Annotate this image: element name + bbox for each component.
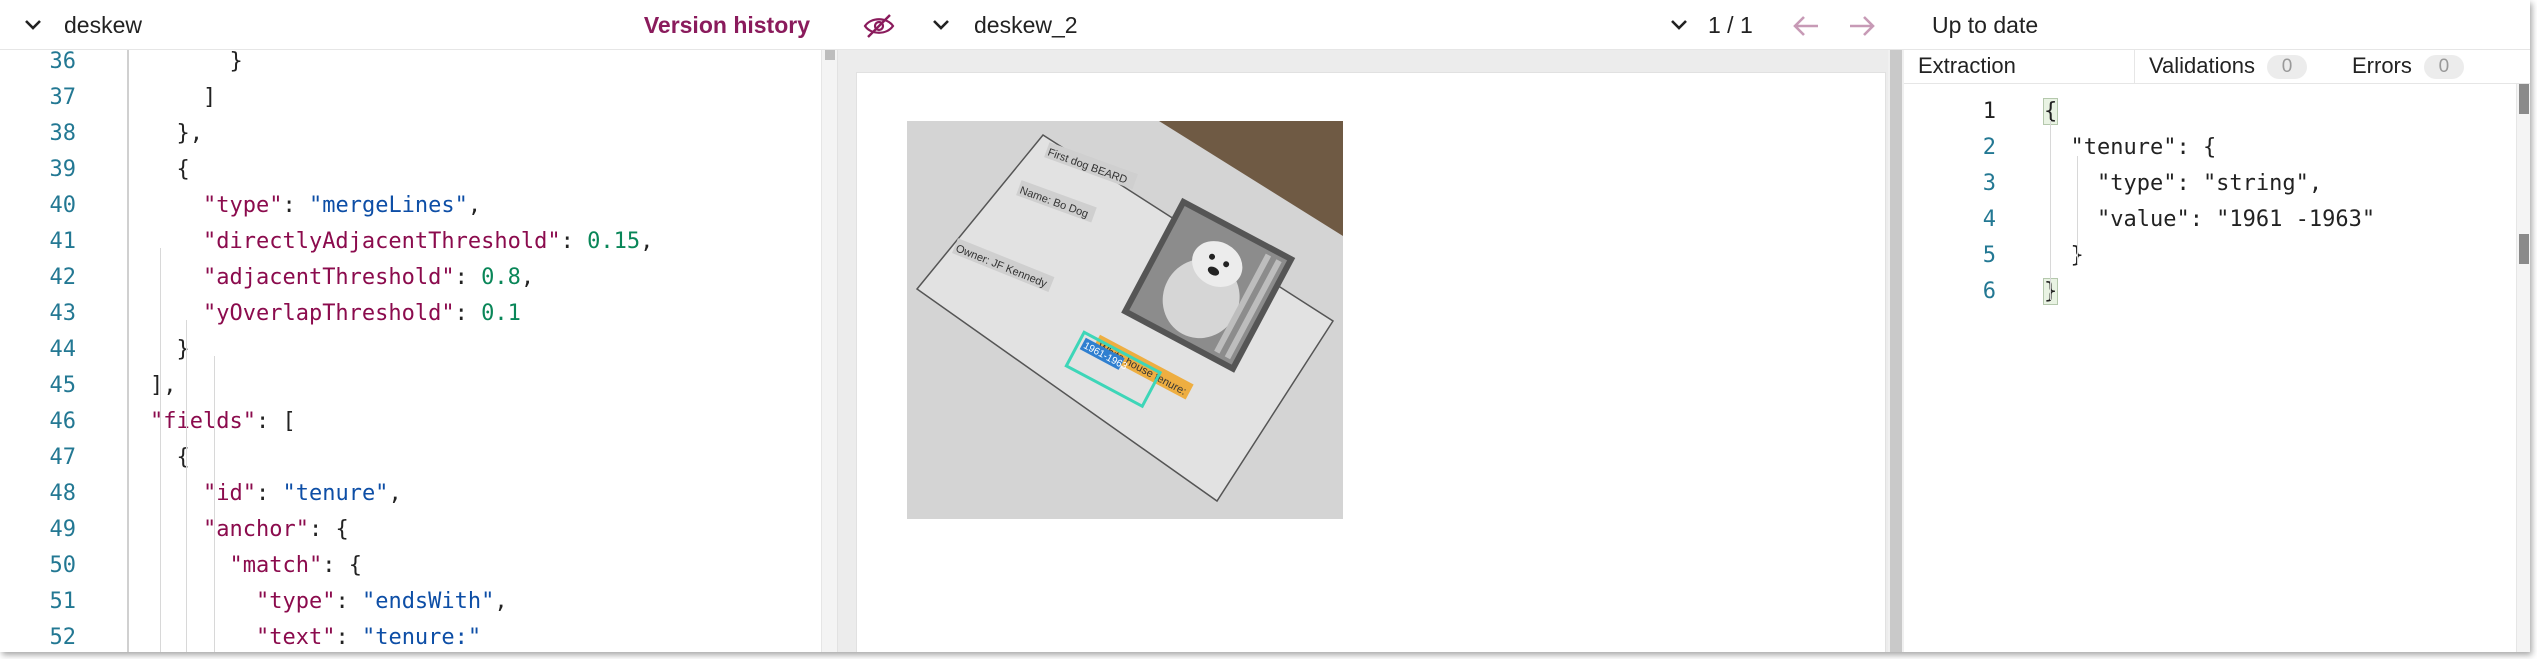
- line-number: 51: [49, 589, 77, 614]
- validations-count-badge: 0: [2267, 55, 2307, 80]
- line-number: 47: [49, 445, 77, 470]
- document-photo: First dog BEARD Name: Bo Dog Owner: JF K…: [907, 121, 1343, 519]
- code-text: ],: [150, 373, 177, 398]
- indent-guide: [2077, 156, 2078, 264]
- json-text: "tenure": {: [2044, 135, 2217, 160]
- code-text: {: [150, 157, 190, 182]
- line-number: 44: [49, 337, 77, 362]
- config-editor-scrollbar[interactable]: [821, 50, 837, 652]
- gutter-divider: [127, 50, 129, 652]
- extraction-scrollbar[interactable]: [2516, 84, 2530, 652]
- page-select-chevron-icon[interactable]: [1668, 14, 1690, 36]
- config-file-name[interactable]: deskew: [64, 12, 142, 39]
- previous-page-arrow-icon[interactable]: [1790, 12, 1822, 40]
- document-preview-header: deskew_2 1 / 1: [838, 0, 1904, 50]
- document-file-name[interactable]: deskew_2: [974, 12, 1078, 39]
- indent-guide: [186, 320, 187, 652]
- indent-guide: [214, 356, 215, 652]
- eye-off-icon[interactable]: [862, 12, 896, 40]
- code-text: {: [150, 445, 190, 470]
- code-text: }: [150, 50, 243, 74]
- code-text: "anchor": {: [202, 517, 349, 542]
- code-text: "directlyAdjacentThreshold": 0.15,: [202, 229, 654, 254]
- code-text: "type": "mergeLines",: [202, 193, 482, 218]
- line-number: 42: [49, 265, 77, 290]
- code-text: "yOverlapThreshold": 0.1: [202, 301, 521, 326]
- tab-extraction[interactable]: Extraction: [1918, 50, 2016, 84]
- code-text: "adjacentThreshold": 0.8,: [202, 265, 535, 290]
- json-text: "type": "string",: [2044, 171, 2323, 196]
- results-tabs: Extraction Validations 0 Errors 0: [1904, 50, 2530, 84]
- line-number: 49: [49, 517, 77, 542]
- config-editor-header: deskew Version history: [0, 0, 838, 50]
- document-preview-scrollbar[interactable]: [1888, 50, 1904, 652]
- tab-extraction-label: Extraction: [1918, 53, 2016, 78]
- line-number: 3: [1982, 171, 1996, 196]
- line-number: 50: [49, 553, 77, 578]
- line-number: 36: [49, 50, 77, 74]
- line-number: 1: [1982, 99, 1996, 124]
- chevron-down-icon[interactable]: [930, 14, 952, 36]
- results-pane: Up to date Extraction Validations 0 Error…: [1904, 0, 2530, 652]
- errors-count-badge: 0: [2423, 55, 2464, 80]
- code-text: }: [150, 337, 190, 362]
- chevron-down-icon[interactable]: [22, 14, 44, 36]
- code-text: ]: [150, 85, 217, 110]
- line-number: 37: [49, 85, 77, 110]
- line-number: 6: [1982, 279, 1996, 304]
- code-text: "text": "tenure:": [255, 625, 482, 650]
- tab-validations-label: Validations: [2149, 53, 2255, 78]
- indent-guide: [160, 248, 161, 652]
- code-text: "match": {: [229, 553, 362, 578]
- next-page-arrow-icon[interactable]: [1846, 12, 1878, 40]
- results-header: Up to date: [1904, 0, 2530, 50]
- config-editor-pane: deskew Version history 36 } 37 ] 38 }, 39 {…: [0, 0, 838, 652]
- line-number: 52: [49, 625, 77, 650]
- line-number: 5: [1982, 243, 1996, 268]
- status-text: Up to date: [1932, 12, 2039, 38]
- tab-errors[interactable]: Errors 0: [2342, 50, 2464, 84]
- line-number: 48: [49, 481, 77, 506]
- line-number: 38: [49, 121, 77, 146]
- line-number: 46: [49, 409, 77, 434]
- line-number: 40: [49, 193, 77, 218]
- line-number: 4: [1982, 207, 1996, 232]
- line-number: 45: [49, 373, 77, 398]
- line-number: 39: [49, 157, 77, 182]
- json-text: "value": "1961 -1963": [2044, 207, 2376, 232]
- line-number: 41: [49, 229, 77, 254]
- extraction-json-viewer[interactable]: 1{2 "tenure": {3 "type": "string", 4 "val…: [1904, 84, 2530, 652]
- line-number: 2: [1982, 135, 1996, 160]
- document-page: First dog BEARD Name: Bo Dog Owner: JF K…: [856, 72, 1886, 652]
- tab-validations[interactable]: Validations 0: [2134, 50, 2339, 84]
- config-code-editor[interactable]: 36 } 37 ] 38 }, 39 {40 "type": "mergeLines"…: [0, 50, 838, 652]
- code-text: "fields": [: [150, 409, 296, 434]
- code-text: "type": "endsWith",: [255, 589, 508, 614]
- indent-guide: [2050, 120, 2051, 300]
- document-preview-pane: deskew_2 1 / 1 First dog BEARD Name: Bo …: [838, 0, 1904, 652]
- code-text: },: [150, 121, 203, 146]
- tab-errors-label: Errors: [2352, 53, 2412, 78]
- page-counter: 1 / 1: [1708, 12, 1753, 38]
- version-history-link[interactable]: Version history: [644, 12, 810, 39]
- line-number: 43: [49, 301, 77, 326]
- code-text: "id": "tenure",: [202, 481, 402, 506]
- app-window: deskew Version history 36 } 37 ] 38 }, 39 {…: [0, 0, 2530, 652]
